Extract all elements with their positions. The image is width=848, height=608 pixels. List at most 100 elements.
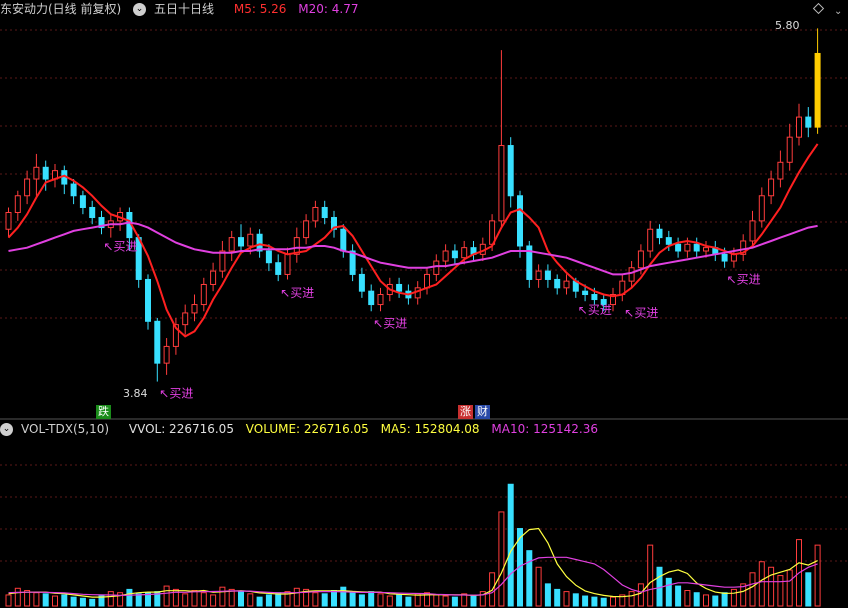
volume-bar xyxy=(265,594,272,607)
volume-bar xyxy=(247,593,254,607)
volume-bar xyxy=(591,596,598,607)
volume-bar xyxy=(293,587,300,607)
candle-body xyxy=(321,206,328,219)
volume-bar xyxy=(210,594,217,607)
candle-body xyxy=(703,247,709,252)
candle-body xyxy=(675,243,682,252)
candle-body xyxy=(544,270,551,280)
volume-bar xyxy=(526,550,533,607)
volume-bar xyxy=(730,588,737,607)
candle-body xyxy=(814,52,821,128)
volume-bar xyxy=(256,596,263,607)
candle-body xyxy=(758,195,765,222)
volume-bar xyxy=(749,572,756,607)
candle-body xyxy=(163,345,170,364)
candle-body xyxy=(656,228,663,239)
candle-body xyxy=(498,145,505,222)
volume-bar xyxy=(768,566,775,607)
candle-body xyxy=(275,262,282,275)
candlestick-series xyxy=(5,28,821,382)
fall-marker[interactable]: 跌 xyxy=(96,405,111,419)
volume-bar xyxy=(340,586,347,607)
candle-body xyxy=(238,237,244,247)
volume-bar xyxy=(721,592,728,607)
rise-marker[interactable]: 涨 xyxy=(458,405,473,419)
volume-bar xyxy=(563,591,570,607)
volume-bar xyxy=(386,595,393,607)
candle-body xyxy=(265,250,272,264)
volume-bar xyxy=(507,483,514,607)
volume-bar xyxy=(219,586,226,607)
candle-body xyxy=(693,243,700,252)
candle-body xyxy=(303,220,310,239)
volume-bar xyxy=(554,588,561,607)
volume-bars xyxy=(5,483,821,607)
volume-bar xyxy=(89,598,96,607)
volume-bar xyxy=(191,590,198,607)
candle-body xyxy=(554,278,561,289)
candle-body xyxy=(284,253,291,275)
candle-body xyxy=(730,253,737,262)
candle-body xyxy=(368,290,375,306)
volume-bar xyxy=(14,587,21,607)
candle-body xyxy=(582,290,589,296)
volume-bar xyxy=(61,594,68,607)
candle-body xyxy=(377,294,384,306)
candle-body xyxy=(637,250,644,269)
volume-bar xyxy=(33,592,40,607)
volume-bar xyxy=(814,544,821,607)
volume-bar xyxy=(42,593,49,607)
volume-bar xyxy=(712,595,719,607)
candle-body xyxy=(461,247,468,259)
volume-bar xyxy=(433,594,440,607)
candle-body xyxy=(786,136,793,163)
volume-bar xyxy=(535,566,542,607)
volume-bar xyxy=(544,583,551,607)
stock-chart[interactable]: ↖买进 ↖买进 ↖买进 ↖买进 ↖买进 ↖买进 ↖买进 ⌄ 5.80 3.84 xyxy=(0,0,848,608)
candle-body xyxy=(154,320,161,364)
volume-bar xyxy=(684,590,691,607)
volume-bar xyxy=(405,596,412,607)
buy-signal-label: ↖买进 xyxy=(578,303,612,317)
candle-body xyxy=(749,220,756,242)
corner-diamond-icon[interactable] xyxy=(812,2,825,15)
candle-body xyxy=(42,166,49,180)
volume-bar xyxy=(703,594,709,607)
buy-signal-label: ↖买进 xyxy=(159,387,193,401)
volume-bar xyxy=(238,591,244,607)
low-price-label: 3.84 xyxy=(123,387,148,400)
candle-body xyxy=(684,243,691,252)
volume-bar xyxy=(786,569,793,607)
volume-bar xyxy=(70,596,77,607)
volume-bar xyxy=(182,593,189,607)
volume-bar xyxy=(79,597,86,607)
candle-body xyxy=(442,250,449,262)
buy-signal-label: ↖买进 xyxy=(373,316,407,330)
candle-body xyxy=(79,195,86,208)
corner-chevron-icon[interactable]: ⌄ xyxy=(834,6,842,17)
volume-bar xyxy=(572,593,579,607)
volume-bar xyxy=(126,588,133,607)
candle-body xyxy=(805,116,812,128)
volume-bar xyxy=(52,595,58,607)
candle-body xyxy=(14,195,21,213)
candle-body xyxy=(200,283,207,306)
candle-body xyxy=(219,250,226,272)
candle-body xyxy=(777,161,784,180)
volume-bar xyxy=(135,593,142,607)
volume-bar xyxy=(368,591,375,607)
finance-marker[interactable]: 财 xyxy=(475,405,490,419)
candle-body xyxy=(517,195,523,247)
volume-bar xyxy=(163,585,170,607)
candle-body xyxy=(191,304,198,314)
buy-signal-label: ↖买进 xyxy=(104,239,138,253)
volume-bar xyxy=(312,592,319,607)
volume-bar xyxy=(805,572,812,607)
candle-body xyxy=(247,233,254,247)
candle-body xyxy=(424,273,430,289)
volume-ma5-line xyxy=(8,527,818,598)
candle-body xyxy=(591,294,598,301)
volume-bar xyxy=(321,593,328,607)
volume-bar xyxy=(461,593,468,607)
volume-bar xyxy=(331,590,337,607)
